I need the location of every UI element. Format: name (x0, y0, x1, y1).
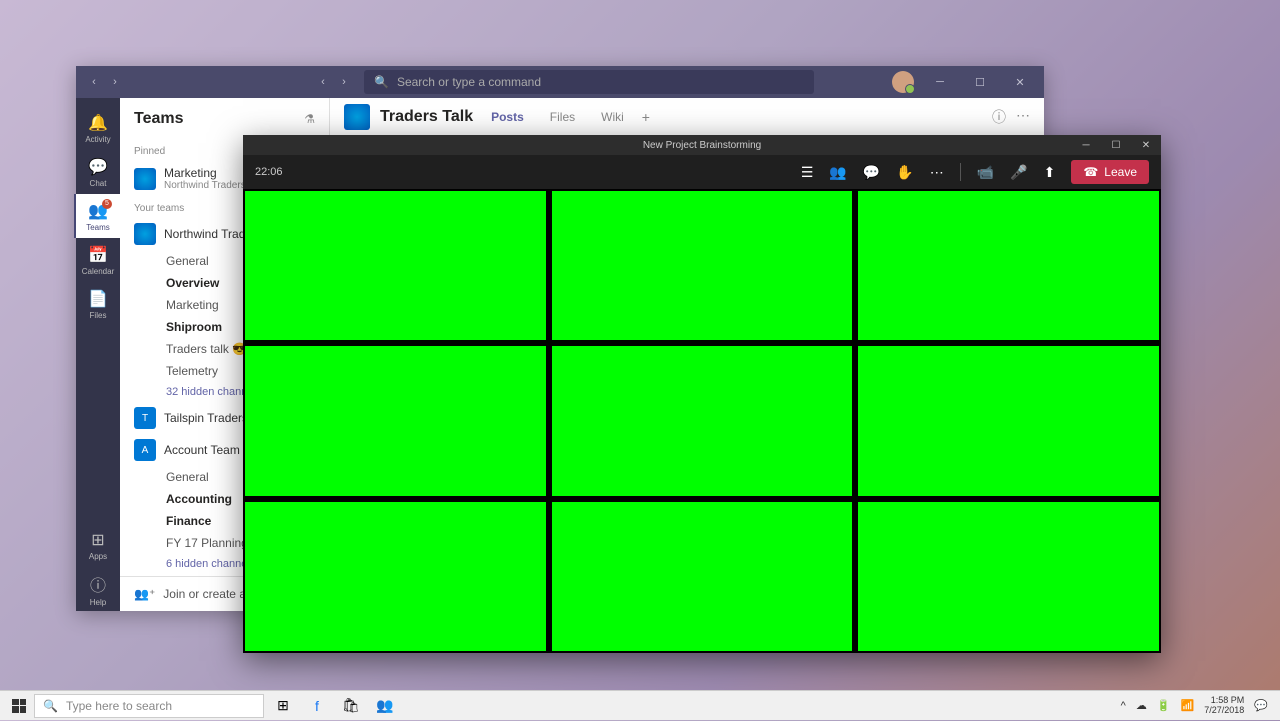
task-view-icon[interactable]: ⊞ (268, 691, 298, 721)
chat-icon: 💬 (88, 157, 108, 177)
minimize-button[interactable]: ─ (926, 70, 954, 94)
sidebar-title: Teams (134, 110, 184, 128)
rail-apps[interactable]: ⊞ Apps (76, 523, 120, 567)
apps-icon: ⊞ (91, 530, 104, 550)
channel-header: Traders Talk Posts Files Wiki + ⓘ ⋯ (330, 98, 1044, 136)
video-tile[interactable] (552, 346, 853, 495)
meeting-toolbar: 22:06 ☰ 👥 💬 ✋ ⋯ 📹 🎤 ⬆ ☎ Leave (243, 155, 1161, 189)
add-tab[interactable]: + (642, 109, 650, 125)
wifi-icon[interactable]: 📶 (1181, 699, 1195, 712)
tab-posts[interactable]: Posts (483, 110, 532, 124)
history-forward-button[interactable]: › (336, 74, 352, 90)
rail-teams[interactable]: 👥5 Teams (74, 194, 120, 238)
participants-icon[interactable]: ☰ (801, 164, 814, 181)
team-logo-icon (134, 168, 156, 190)
close-button[interactable]: ✕ (1006, 70, 1034, 94)
maximize-button[interactable]: ☐ (966, 70, 994, 94)
video-tile[interactable] (552, 502, 853, 651)
video-tile[interactable] (245, 346, 546, 495)
rail-calendar[interactable]: 📅 Calendar (76, 238, 120, 282)
teams-badge: 5 (102, 199, 112, 209)
windows-logo-icon (12, 699, 26, 713)
command-search[interactable]: 🔍 Search or type a command (364, 70, 814, 94)
more-icon[interactable]: ⋯ (1016, 107, 1030, 127)
user-avatar[interactable] (892, 71, 914, 93)
history-back-button[interactable]: ‹ (315, 74, 331, 90)
teams-taskbar-icon[interactable]: 👥 (370, 691, 400, 721)
channel-title: Traders Talk (380, 108, 473, 126)
mic-icon[interactable]: 🎤 (1010, 164, 1027, 181)
meeting-minimize[interactable]: ─ (1071, 135, 1101, 155)
app-rail: 🔔 Activity 💬 Chat 👥5 Teams 📅 Calendar 📄 … (76, 98, 120, 611)
clock[interactable]: 1:58 PM 7/27/2018 (1204, 696, 1244, 716)
search-icon: 🔍 (43, 699, 58, 713)
video-grid (243, 189, 1161, 653)
people-icon[interactable]: 👥 (829, 164, 846, 181)
chat-icon[interactable]: 💬 (863, 164, 880, 181)
tab-wiki[interactable]: Wiki (593, 110, 632, 124)
filter-icon[interactable]: ⚗ (304, 112, 315, 126)
meeting-titlebar: New Project Brainstorming ─ ☐ ✕ (243, 135, 1161, 155)
video-tile[interactable] (245, 502, 546, 651)
windows-taskbar: 🔍 Type here to search ⊞ f 🛍 👥 ^ ☁ 🔋 📶 1:… (0, 690, 1280, 720)
calendar-icon: 📅 (88, 245, 108, 265)
help-icon: ⓘ (90, 572, 106, 596)
search-placeholder: Search or type a command (397, 75, 541, 89)
taskbar-search[interactable]: 🔍 Type here to search (34, 694, 264, 718)
leave-button[interactable]: ☎ Leave (1071, 160, 1149, 184)
tray-chevron-icon[interactable]: ^ (1121, 700, 1126, 712)
team-logo-icon (134, 223, 156, 245)
start-button[interactable] (4, 691, 34, 721)
facebook-icon[interactable]: f (302, 691, 332, 721)
battery-icon[interactable]: 🔋 (1157, 699, 1171, 712)
meeting-window: New Project Brainstorming ─ ☐ ✕ 22:06 ☰ … (243, 135, 1161, 653)
back-button[interactable]: ‹ (86, 74, 102, 90)
system-tray: ^ ☁ 🔋 📶 1:58 PM 7/27/2018 💬 (1121, 696, 1276, 716)
bell-icon: 🔔 (88, 113, 108, 133)
meeting-close[interactable]: ✕ (1131, 135, 1161, 155)
titlebar: ‹ › ‹ › 🔍 Search or type a command ─ ☐ ✕ (76, 66, 1044, 98)
teams-icon: 👥5 (88, 201, 108, 221)
video-tile[interactable] (858, 346, 1159, 495)
hangup-icon: ☎ (1083, 165, 1098, 179)
video-tile[interactable] (858, 502, 1159, 651)
meeting-maximize[interactable]: ☐ (1101, 135, 1131, 155)
meeting-duration: 22:06 (255, 166, 283, 178)
info-icon[interactable]: ⓘ (992, 107, 1006, 127)
rail-files[interactable]: 📄 Files (76, 282, 120, 326)
files-icon: 📄 (88, 289, 108, 309)
channel-logo-icon (344, 104, 370, 130)
video-tile[interactable] (245, 191, 546, 340)
rail-help[interactable]: ⓘ Help (76, 567, 120, 611)
share-icon[interactable]: ⬆ (1044, 164, 1056, 181)
video-tile[interactable] (552, 191, 853, 340)
video-tile[interactable] (858, 191, 1159, 340)
forward-button[interactable]: › (107, 74, 123, 90)
store-icon[interactable]: 🛍 (336, 691, 366, 721)
camera-icon[interactable]: 📹 (977, 164, 994, 181)
meeting-title: New Project Brainstorming (643, 140, 761, 151)
join-team-icon: 👥⁺ (134, 587, 155, 601)
search-icon: 🔍 (374, 75, 389, 89)
onedrive-icon[interactable]: ☁ (1136, 699, 1147, 712)
team-logo-icon: A (134, 439, 156, 461)
rail-chat[interactable]: 💬 Chat (76, 150, 120, 194)
more-actions-icon[interactable]: ⋯ (930, 164, 944, 181)
notifications-icon[interactable]: 💬 (1254, 699, 1268, 712)
rail-activity[interactable]: 🔔 Activity (76, 106, 120, 150)
tab-files[interactable]: Files (542, 110, 583, 124)
raise-hand-icon[interactable]: ✋ (896, 164, 913, 181)
team-logo-icon: T (134, 407, 156, 429)
